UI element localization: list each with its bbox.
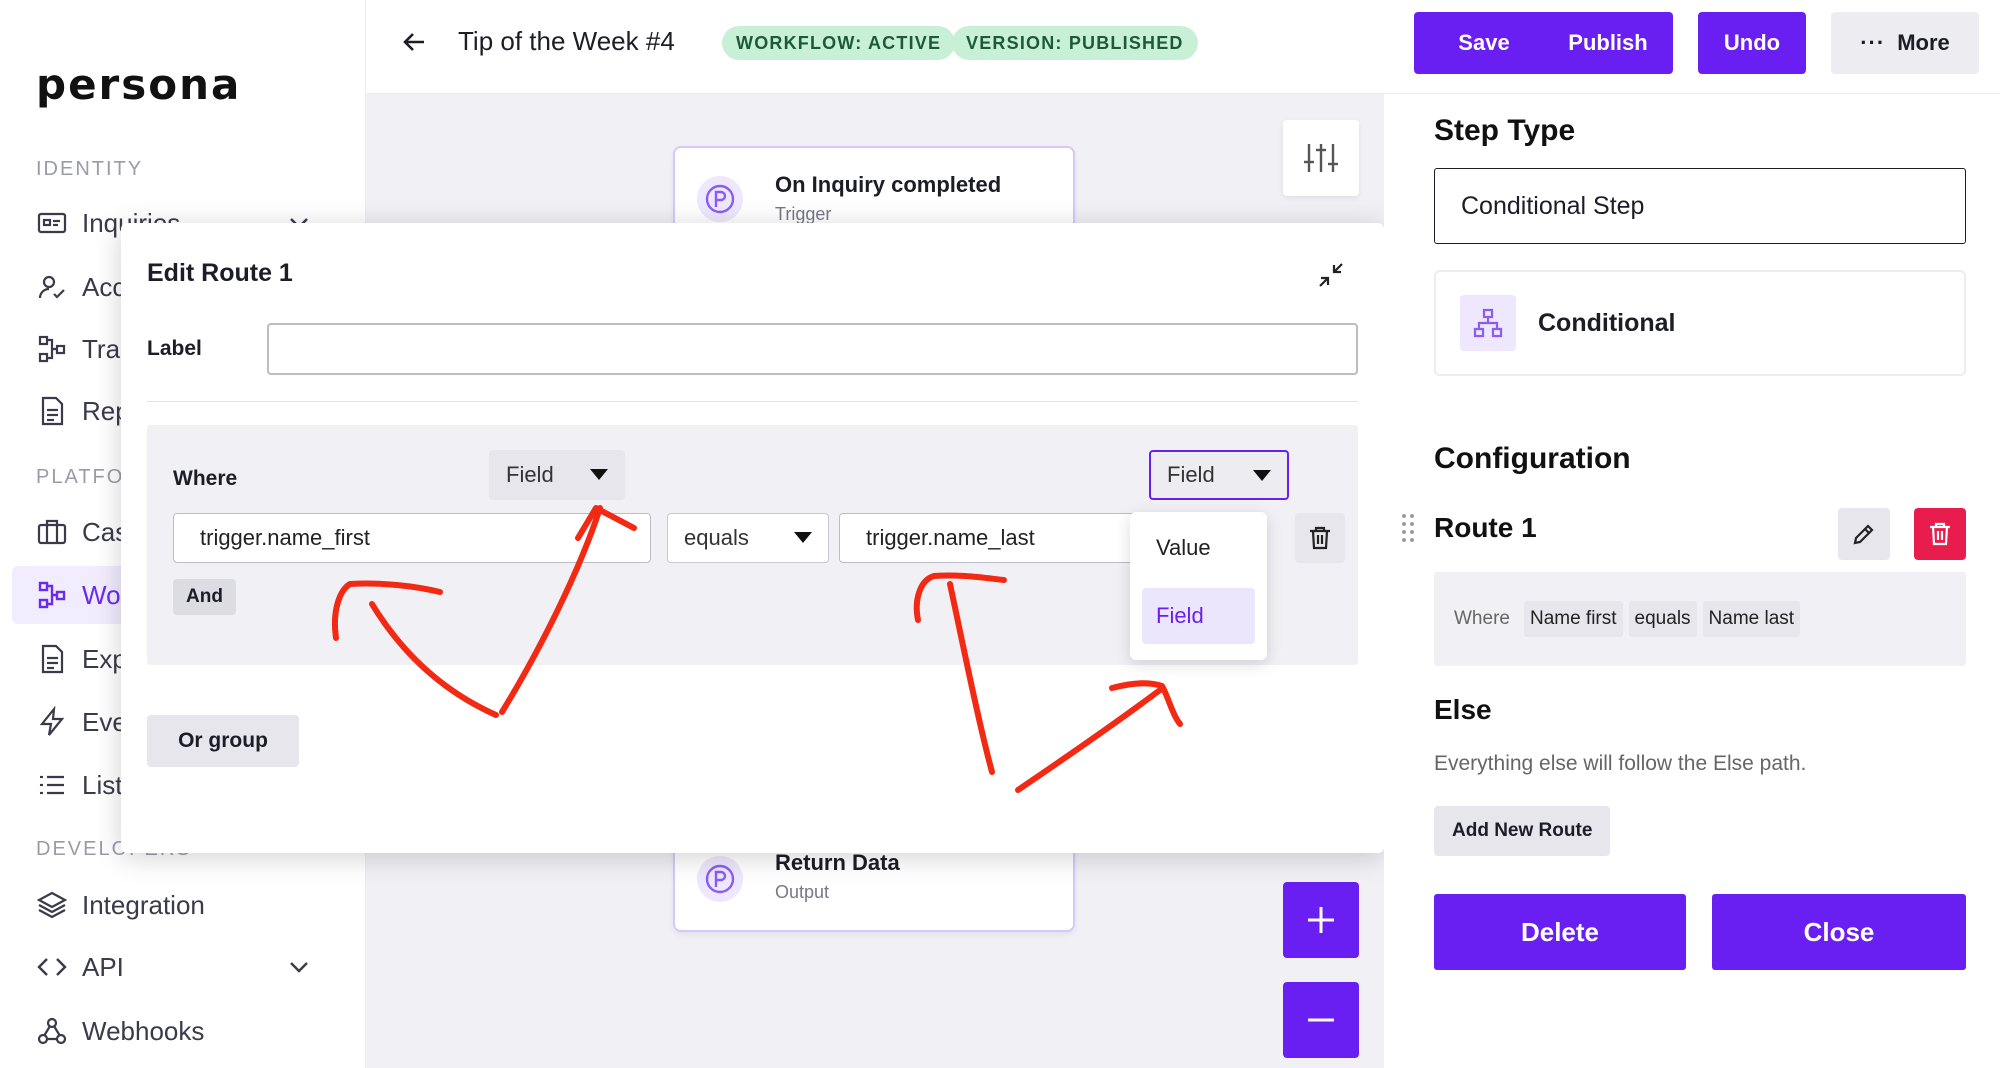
annotation-arrow (499, 505, 603, 715)
annotation-arrow (913, 572, 1007, 623)
annotation-arrow (369, 601, 499, 718)
annotation-arrow (575, 505, 637, 541)
annotation-arrows (332, 505, 1183, 793)
annotation-arrow (1015, 687, 1163, 793)
annotation-arrow (947, 581, 995, 775)
